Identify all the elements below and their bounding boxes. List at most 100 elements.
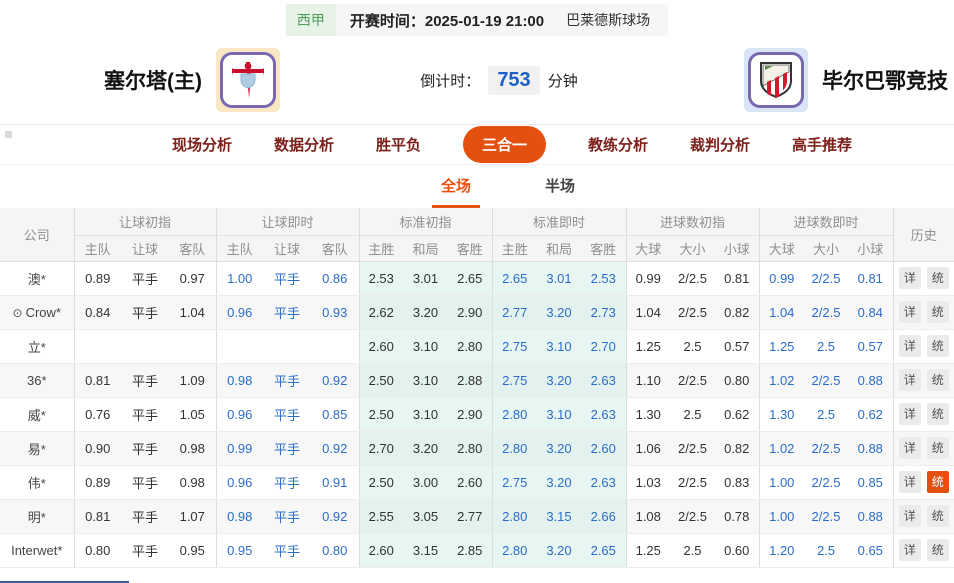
odds-cell-handicap_live: 0.86: [311, 261, 359, 295]
tab-three-in-one[interactable]: 三合一: [463, 126, 546, 163]
odds-cell-handicap_init: 0.98: [169, 431, 216, 465]
odds-cell-std_init: 2.90: [448, 295, 492, 329]
football-icon: ⊙: [13, 306, 23, 320]
sub-header: 客队: [169, 235, 216, 261]
sub-header: 客胜: [448, 235, 492, 261]
odds-cell-std_init: 3.10: [403, 363, 448, 397]
teams-row: 塞尔塔(主) 倒计时： 753 分钟: [0, 36, 954, 124]
odds-cell-handicap_init: 1.09: [169, 363, 216, 397]
odds-cell-handicap_init: 0.97: [169, 261, 216, 295]
subtab-full-match[interactable]: 全场: [432, 165, 480, 208]
odds-cell-goals_live: 1.02: [759, 431, 804, 465]
detail-button[interactable]: 详: [899, 505, 921, 527]
odds-cell-goals_live: 2/2.5: [804, 295, 848, 329]
sub-header: 主队: [74, 235, 121, 261]
odds-cell-std_init: 3.10: [403, 397, 448, 431]
tab-coach-analysis[interactable]: 教练分析: [588, 134, 648, 155]
odds-cell-goals_init: 2/2.5: [670, 431, 715, 465]
stats-button[interactable]: 统: [927, 301, 949, 323]
main-nav: 现场分析 数据分析 胜平负 三合一 教练分析 裁判分析 高手推荐: [0, 124, 954, 165]
stats-button[interactable]: 统: [927, 505, 949, 527]
odds-cell-std_init: 3.20: [403, 431, 448, 465]
odds-cell-goals_live: 0.84: [848, 295, 893, 329]
odds-cell-goals_live: 0.99: [759, 261, 804, 295]
detail-button[interactable]: 详: [899, 539, 921, 561]
detail-button[interactable]: 详: [899, 301, 921, 323]
odds-cell-handicap_live: 平手: [263, 533, 311, 567]
stats-button[interactable]: 统: [927, 471, 949, 493]
odds-cell-goals_init: 2/2.5: [670, 295, 715, 329]
detail-button[interactable]: 详: [899, 369, 921, 391]
odds-cell-handicap_init: 1.07: [169, 499, 216, 533]
odds-cell-std_live: 3.10: [537, 329, 581, 363]
odds-cell-std_init: 2.88: [448, 363, 492, 397]
odds-cell-std_live: 2.63: [581, 397, 626, 431]
odds-cell-handicap_live: 0.98: [216, 363, 263, 397]
odds-cell-std_init: 2.80: [448, 431, 492, 465]
odds-cell-std_init: 2.50: [359, 397, 403, 431]
bookmaker-name: 明*: [0, 499, 74, 533]
odds-cell-std_init: 2.55: [359, 499, 403, 533]
stats-button[interactable]: 统: [927, 369, 949, 391]
detail-button[interactable]: 详: [899, 437, 921, 459]
history-actions: 详统: [893, 431, 954, 465]
detail-button[interactable]: 详: [899, 335, 921, 357]
odds-cell-handicap_init: 平手: [121, 295, 169, 329]
odds-cell-goals_init: 2/2.5: [670, 499, 715, 533]
odds-cell-std_init: 3.20: [403, 295, 448, 329]
odds-cell-handicap_init: 0.76: [74, 397, 121, 431]
bookmaker-name: Interwet*: [0, 533, 74, 567]
odds-cell-handicap_init: 0.95: [169, 533, 216, 567]
odds-cell-goals_init: 1.25: [626, 329, 670, 363]
corner-square-icon: [5, 131, 12, 138]
tab-referee-analysis[interactable]: 裁判分析: [690, 134, 750, 155]
odds-cell-std_init: 2.60: [359, 533, 403, 567]
celta-vigo-crest-icon: [229, 60, 267, 100]
home-team-name: 塞尔塔(主): [104, 65, 202, 95]
odds-cell-std_live: 2.65: [581, 533, 626, 567]
countdown-value: 753: [488, 66, 539, 95]
odds-cell-handicap_live: 平手: [263, 363, 311, 397]
odds-row: 威*0.76平手1.050.96平手0.852.503.102.902.803.…: [0, 397, 954, 431]
odds-cell-goals_live: 0.88: [848, 431, 893, 465]
tab-expert-picks[interactable]: 高手推荐: [792, 134, 852, 155]
history-actions: 详统: [893, 465, 954, 499]
odds-cell-handicap_live: 平手: [263, 499, 311, 533]
stats-button[interactable]: 统: [927, 437, 949, 459]
stats-button[interactable]: 统: [927, 335, 949, 357]
sub-header: 主胜: [359, 235, 403, 261]
odds-cell-goals_live: 1.20: [759, 533, 804, 567]
odds-cell-std_live: 2.60: [581, 431, 626, 465]
detail-button[interactable]: 详: [899, 267, 921, 289]
odds-row: 明*0.81平手1.070.98平手0.922.553.052.772.803.…: [0, 499, 954, 533]
sub-header: 和局: [537, 235, 581, 261]
odds-cell-goals_live: 0.65: [848, 533, 893, 567]
detail-button[interactable]: 详: [899, 471, 921, 493]
stats-button[interactable]: 统: [927, 267, 949, 289]
tab-data-analysis[interactable]: 数据分析: [274, 134, 334, 155]
odds-row: 易*0.90平手0.980.99平手0.922.703.202.802.803.…: [0, 431, 954, 465]
odds-cell-handicap_init: 0.80: [74, 533, 121, 567]
tab-win-draw-lose[interactable]: 胜平负: [376, 134, 421, 155]
stats-button[interactable]: 统: [927, 539, 949, 561]
sub-header: 大球: [626, 235, 670, 261]
bookmaker-name: 36*: [0, 363, 74, 397]
odds-cell-goals_live: 0.57: [848, 329, 893, 363]
detail-button[interactable]: 详: [899, 403, 921, 425]
bookmaker-name: 威*: [0, 397, 74, 431]
odds-cell-std_live: 2.65: [492, 261, 537, 295]
athletic-bilbao-crest-icon: [757, 59, 795, 101]
odds-row: Interwet*0.80平手0.950.95平手0.802.603.152.8…: [0, 533, 954, 567]
stats-button[interactable]: 统: [927, 403, 949, 425]
odds-cell-std_live: 3.20: [537, 431, 581, 465]
odds-cell-handicap_init: 0.89: [74, 261, 121, 295]
countdown: 倒计时： 753 分钟: [420, 66, 577, 95]
odds-cell-std_init: 3.05: [403, 499, 448, 533]
odds-cell-handicap_live: 0.96: [216, 465, 263, 499]
odds-cell-handicap_init: 0.81: [74, 363, 121, 397]
odds-cell-handicap_init: 平手: [121, 533, 169, 567]
bookmaker-name: 澳*: [0, 261, 74, 295]
subtab-half-match[interactable]: 半场: [536, 165, 584, 208]
tab-live-analysis[interactable]: 现场分析: [172, 134, 232, 155]
group-header-goals_live: 进球数即时: [759, 208, 893, 235]
